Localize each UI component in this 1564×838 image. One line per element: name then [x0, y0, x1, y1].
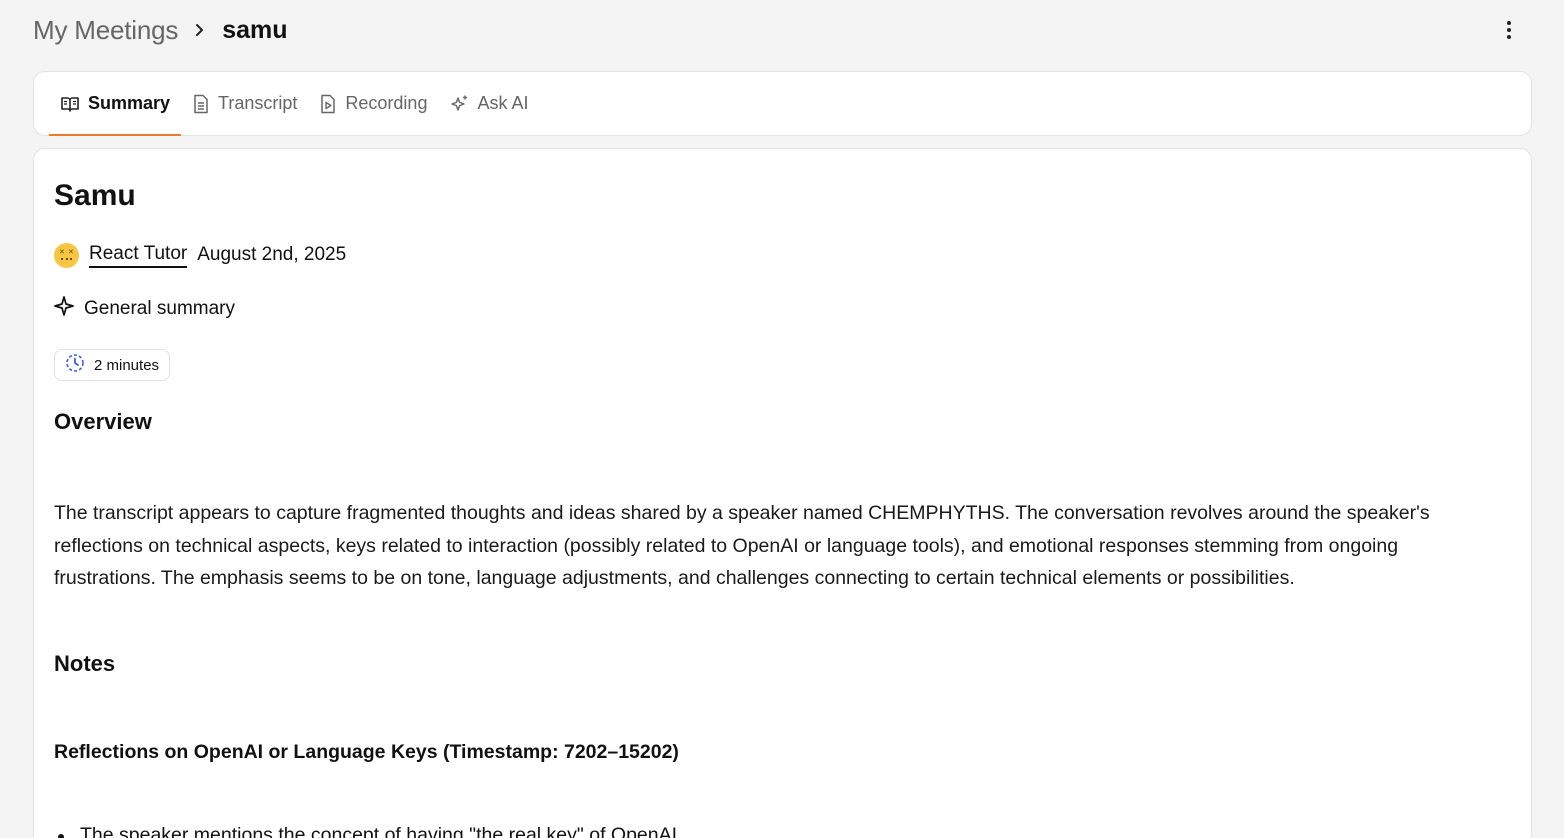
file-play-icon — [319, 94, 337, 114]
notes-bullet-text: The speaker mentions the concept of havi… — [80, 824, 683, 838]
template-selector[interactable]: General summary — [54, 296, 235, 322]
list-item: The speaker mentions the concept of havi… — [54, 824, 682, 838]
sparkle-icon — [54, 296, 74, 322]
tab-summary-label: Summary — [88, 93, 171, 113]
book-open-icon — [60, 95, 80, 113]
meeting-title: Samu — [54, 179, 136, 212]
tab-transcript[interactable]: Transcript — [181, 72, 308, 135]
tab-recording-label: Recording — [345, 93, 428, 113]
meeting-date: August 2nd, 2025 — [197, 244, 347, 265]
summary-panel: Samu ✕ ✕ React Tutor August 2nd, 2025 Gen… — [33, 148, 1532, 838]
tab-ask-ai-label: Ask AI — [477, 93, 529, 113]
notes-heading: Notes — [54, 651, 116, 676]
organizer-link[interactable]: React Tutor — [89, 243, 188, 268]
breadcrumb-my-meetings[interactable]: My Meetings — [33, 15, 178, 46]
tab-bar: Summary Transcript Recording Ask AI — [33, 71, 1532, 136]
sparkles-icon — [449, 94, 469, 114]
overview-text: The transcript appears to capture fragme… — [54, 502, 1430, 589]
meeting-meta: ✕ ✕ React Tutor August 2nd, 2025 — [54, 240, 346, 270]
template-label: General summary — [84, 298, 235, 319]
duration-label: 2 minutes — [94, 356, 160, 374]
clock-icon — [65, 353, 85, 377]
more-options-button[interactable] — [1494, 15, 1524, 45]
top-bar: My Meetings samu — [33, 12, 1524, 48]
document-icon — [192, 94, 210, 114]
notes-subheading: Reflections on OpenAI or Language Keys (… — [54, 741, 679, 763]
avatar: ✕ ✕ — [54, 242, 79, 268]
bullet-dot — [58, 834, 64, 838]
overview-heading: Overview — [54, 409, 152, 434]
duration-badge: 2 minutes — [54, 349, 171, 381]
chevron-right-icon — [178, 23, 222, 37]
tab-recording[interactable]: Recording — [308, 72, 438, 135]
breadcrumb-current: samu — [222, 15, 288, 44]
tab-transcript-label: Transcript — [218, 93, 298, 113]
tab-ask-ai[interactable]: Ask AI — [438, 72, 539, 135]
tab-summary[interactable]: Summary — [49, 72, 182, 136]
more-vertical-icon — [1507, 21, 1511, 39]
